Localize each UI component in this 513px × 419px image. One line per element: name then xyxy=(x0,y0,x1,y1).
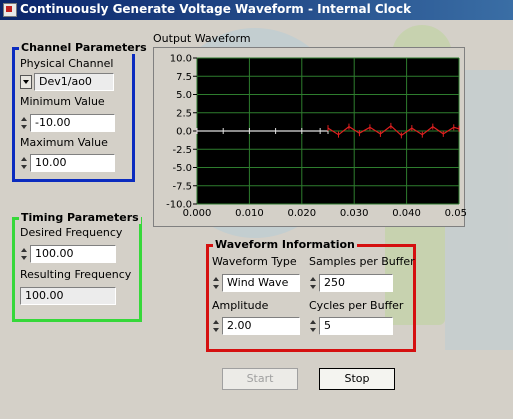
minimum-value-spinner-icon[interactable] xyxy=(20,114,28,132)
maximum-value-spinner-icon[interactable] xyxy=(20,154,28,172)
x-tick-label: 0.050 xyxy=(445,208,466,219)
y-tick-label: 0.0 xyxy=(176,127,192,138)
timing-parameters-title: Timing Parameters xyxy=(19,211,141,224)
channel-parameters-title: Channel Parameters xyxy=(19,41,149,54)
resulting-frequency-field: 100.00 xyxy=(20,287,116,305)
maximum-value-label: Maximum Value xyxy=(20,136,108,149)
cycles-per-buffer-label: Cycles per Buffer xyxy=(309,299,404,312)
y-tick-label: -5.0 xyxy=(172,163,192,174)
minimum-value-field[interactable]: -10.00 xyxy=(30,114,115,132)
output-waveform-chart-frame: 0.0000.0100.0200.0300.0400.05010.07.55.0… xyxy=(153,47,473,227)
y-tick-label: -7.5 xyxy=(172,181,192,192)
waveform-type-field[interactable]: Wind Wave xyxy=(222,274,300,292)
output-waveform-chart: 0.0000.0100.0200.0300.0400.05010.07.55.0… xyxy=(166,54,473,220)
desired-frequency-field[interactable]: 100.00 xyxy=(30,245,116,263)
y-tick-label: -2.5 xyxy=(172,145,192,156)
x-tick-label: 0.040 xyxy=(392,208,421,219)
start-button[interactable]: Start xyxy=(222,368,298,390)
x-tick-label: 0.010 xyxy=(235,208,264,219)
y-tick-label: 5.0 xyxy=(176,90,192,101)
amplitude-label: Amplitude xyxy=(212,299,269,312)
samples-per-buffer-spinner-icon[interactable] xyxy=(309,274,317,292)
title-bar: Continuously Generate Voltage Waveform -… xyxy=(0,0,513,20)
minimum-value-label: Minimum Value xyxy=(20,95,105,108)
y-tick-label: 10.0 xyxy=(170,54,192,65)
desired-frequency-spinner-icon[interactable] xyxy=(20,245,28,263)
waveform-type-label: Waveform Type xyxy=(212,255,297,268)
amplitude-field[interactable]: 2.00 xyxy=(222,317,300,335)
y-tick-label: -10.0 xyxy=(166,200,192,211)
x-tick-label: 0.020 xyxy=(287,208,316,219)
physical-channel-field[interactable]: Dev1/ao0 xyxy=(34,73,114,91)
amplitude-spinner-icon[interactable] xyxy=(212,317,220,335)
y-tick-label: 2.5 xyxy=(176,108,192,119)
stop-button[interactable]: Stop xyxy=(319,368,395,390)
physical-channel-label: Physical Channel xyxy=(20,57,114,70)
desired-frequency-label: Desired Frequency xyxy=(20,226,123,239)
x-tick-label: 0.030 xyxy=(340,208,369,219)
window-title: Continuously Generate Voltage Waveform -… xyxy=(20,2,412,16)
physical-channel-dropdown-icon[interactable] xyxy=(20,75,32,89)
chart-title: Output Waveform xyxy=(153,32,251,45)
cycles-per-buffer-field[interactable]: 5 xyxy=(319,317,393,335)
y-tick-label: 7.5 xyxy=(176,72,192,83)
app-icon xyxy=(3,3,17,17)
samples-per-buffer-field[interactable]: 250 xyxy=(319,274,393,292)
waveform-type-spinner-icon[interactable] xyxy=(212,274,220,292)
samples-per-buffer-label: Samples per Buffer xyxy=(309,255,415,268)
resulting-frequency-label: Resulting Frequency xyxy=(20,268,132,281)
waveform-information-title: Waveform Information xyxy=(213,238,357,251)
cycles-per-buffer-spinner-icon[interactable] xyxy=(309,317,317,335)
maximum-value-field[interactable]: 10.00 xyxy=(30,154,115,172)
